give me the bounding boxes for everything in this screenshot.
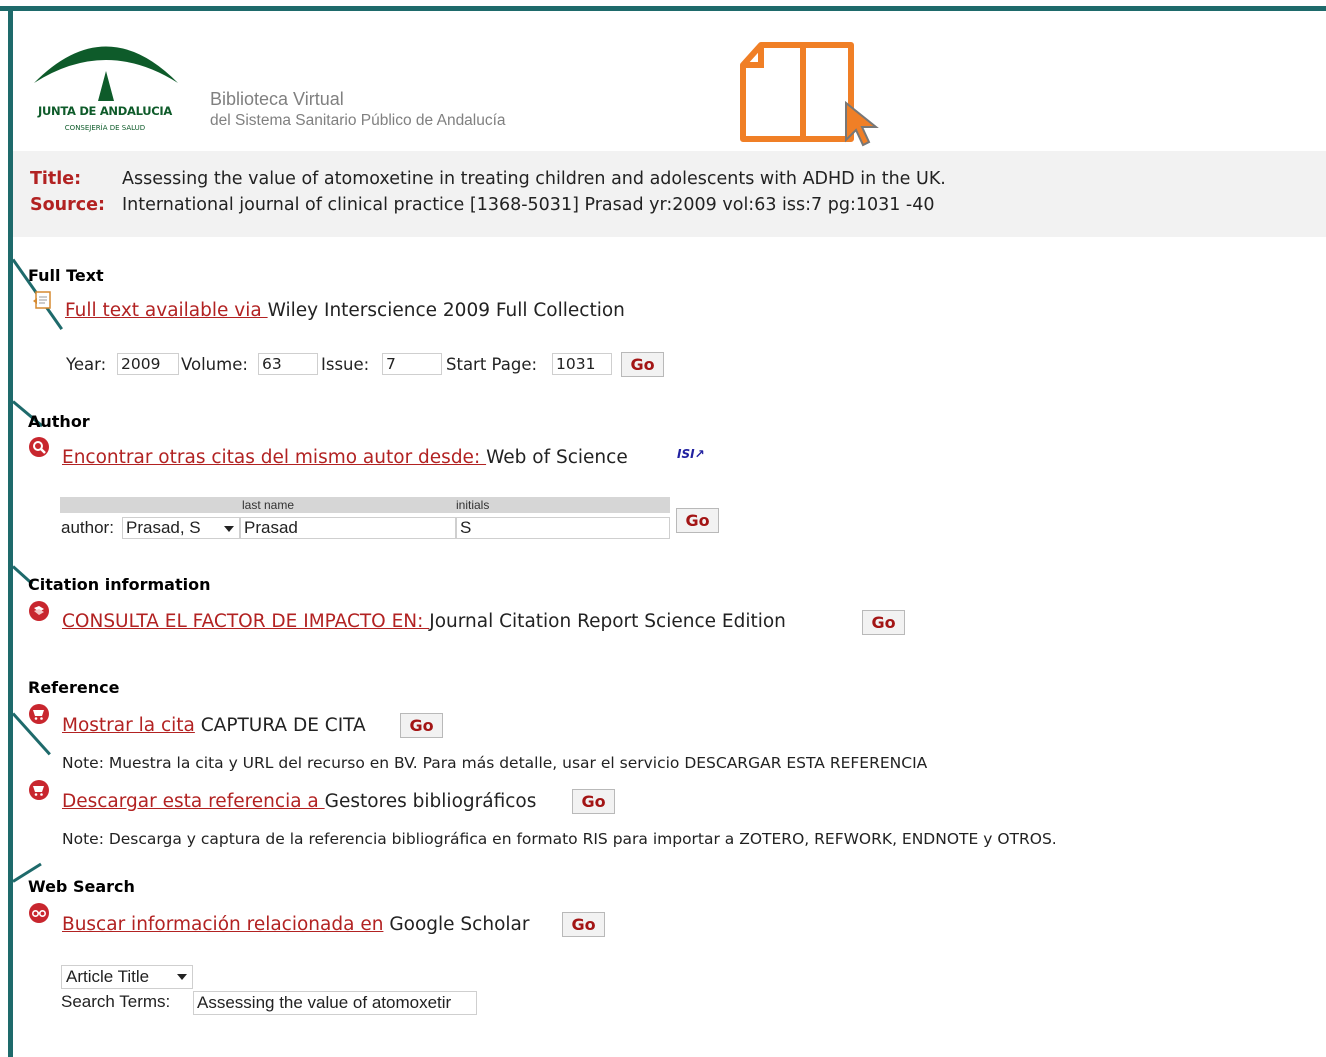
startpage-field[interactable]: 1031 [552, 353, 612, 375]
fulltext-target: Wiley Interscience 2009 Full Collection [267, 300, 625, 321]
websearch-go-button[interactable]: Go [562, 912, 605, 937]
volume-label: Volume: [181, 355, 248, 374]
show-citation-go-button[interactable]: Go [400, 713, 443, 738]
record-summary: Title: Assessing the value of atomoxetine… [13, 151, 1326, 237]
go-label: Go [571, 915, 596, 934]
citation-row: CONSULTA EL FACTOR DE IMPACTO EN: Journa… [62, 611, 786, 632]
author-heading: Author [28, 412, 90, 431]
fulltext-row: Full text available via Wiley Interscien… [65, 300, 625, 321]
title-row: Title: Assessing the value of atomoxetine… [30, 169, 946, 189]
go-label: Go [581, 792, 606, 811]
author-target: Web of Science [486, 447, 628, 468]
isi-badge-text: ISI [677, 447, 695, 461]
year-field[interactable]: 2009 [117, 353, 179, 375]
author-link[interactable]: Encontrar otras citas del mismo autor de… [62, 447, 486, 468]
download-reference-row: Descargar esta referencia a Gestores bib… [62, 791, 536, 812]
show-citation-target: CAPTURA DE CITA [194, 715, 366, 736]
last-name-value: Prasad [244, 518, 298, 537]
show-citation-link[interactable]: Mostrar la cita [62, 715, 195, 736]
websearch-row: Buscar información relacionada en Google… [62, 914, 529, 935]
fulltext-link[interactable]: Full text available via [65, 300, 268, 321]
author-label: author: [61, 518, 114, 537]
year-label: Year: [66, 355, 107, 374]
logo-text: JUNTA DE ANDALUCIA [38, 104, 172, 118]
citation-target: Journal Citation Report Science Edition [429, 611, 786, 632]
title-label: Title: [30, 169, 82, 189]
search-field-select-value: Article Title [66, 967, 150, 986]
download-reference-note: Note: Descarga y captura de la referenci… [62, 830, 1057, 848]
source-value: International journal of clinical practi… [122, 195, 935, 215]
author-form-header [60, 497, 670, 513]
isi-badge: ISI↗ [677, 447, 705, 461]
go-label: Go [871, 613, 896, 632]
site-header: JUNTA DE ANDALUCIA CONSEJERÍA DE SALUD B… [13, 11, 1326, 151]
author-go-button[interactable]: Go [676, 508, 719, 533]
go-label: Go [685, 511, 710, 530]
volume-field[interactable]: 63 [258, 353, 318, 375]
author-select-value: Prasad, S [126, 518, 201, 537]
logo-subtext: CONSEJERÍA DE SALUD [64, 124, 146, 132]
show-citation-note: Note: Muestra la cita y URL del recurso … [62, 754, 928, 772]
search-terms-input[interactable]: Assessing the value of atomoxetir [193, 991, 477, 1015]
fulltext-go-button[interactable]: Go [621, 352, 664, 377]
author-search-icon [29, 437, 49, 457]
go-label: Go [409, 716, 434, 735]
cart-icon [29, 704, 49, 724]
issue-label: Issue: [321, 355, 370, 374]
source-label: Source: [30, 195, 105, 215]
fulltext-doc-icon [33, 291, 51, 309]
initials-header: initials [456, 498, 490, 512]
go-label: Go [630, 355, 655, 374]
glasses-icon [29, 903, 49, 923]
last-name-header: last name [242, 498, 295, 512]
citation-book-icon [29, 601, 49, 621]
websearch-target: Google Scholar [383, 914, 530, 935]
last-name-field[interactable]: Prasad [240, 517, 456, 539]
site-subtitle: del Sistema Sanitario Público de Andaluc… [210, 112, 506, 129]
download-reference-go-button[interactable]: Go [572, 789, 615, 814]
title-value: Assessing the value of atomoxetine in tr… [122, 169, 946, 189]
websearch-heading: Web Search [28, 877, 135, 896]
search-field-select[interactable]: Article Title [61, 965, 193, 989]
download-reference-target: Gestores bibliográficos [324, 791, 537, 812]
author-search-form: last name initials author: Prasad, S Pra… [60, 497, 670, 541]
author-row: Encontrar otras citas del mismo autor de… [62, 447, 628, 468]
biblioteca-virtual-logo [740, 42, 879, 147]
fulltext-heading: Full Text [28, 266, 104, 285]
initials-value: S [460, 518, 472, 537]
chevron-down-icon [177, 974, 187, 980]
author-select[interactable]: Prasad, S [122, 517, 240, 539]
issue-field[interactable]: 7 [382, 353, 442, 375]
download-reference-link[interactable]: Descargar esta referencia a [62, 791, 325, 812]
site-title: Biblioteca Virtual [210, 89, 344, 109]
initials-field[interactable]: S [456, 517, 670, 539]
citation-go-button[interactable]: Go [862, 610, 905, 635]
websearch-link[interactable]: Buscar información relacionada en [62, 914, 383, 935]
source-row: Source: International journal of clinical… [30, 195, 935, 215]
chevron-down-icon [224, 526, 234, 532]
show-citation-row: Mostrar la cita CAPTURA DE CITA [62, 715, 366, 736]
reference-heading: Reference [28, 678, 120, 697]
citation-link[interactable]: CONSULTA EL FACTOR DE IMPACTO EN: [62, 611, 429, 632]
citation-heading: Citation information [28, 575, 211, 594]
startpage-label: Start Page: [446, 355, 538, 374]
search-terms-label: Search Terms: [61, 992, 171, 1011]
cart-icon [29, 780, 49, 800]
